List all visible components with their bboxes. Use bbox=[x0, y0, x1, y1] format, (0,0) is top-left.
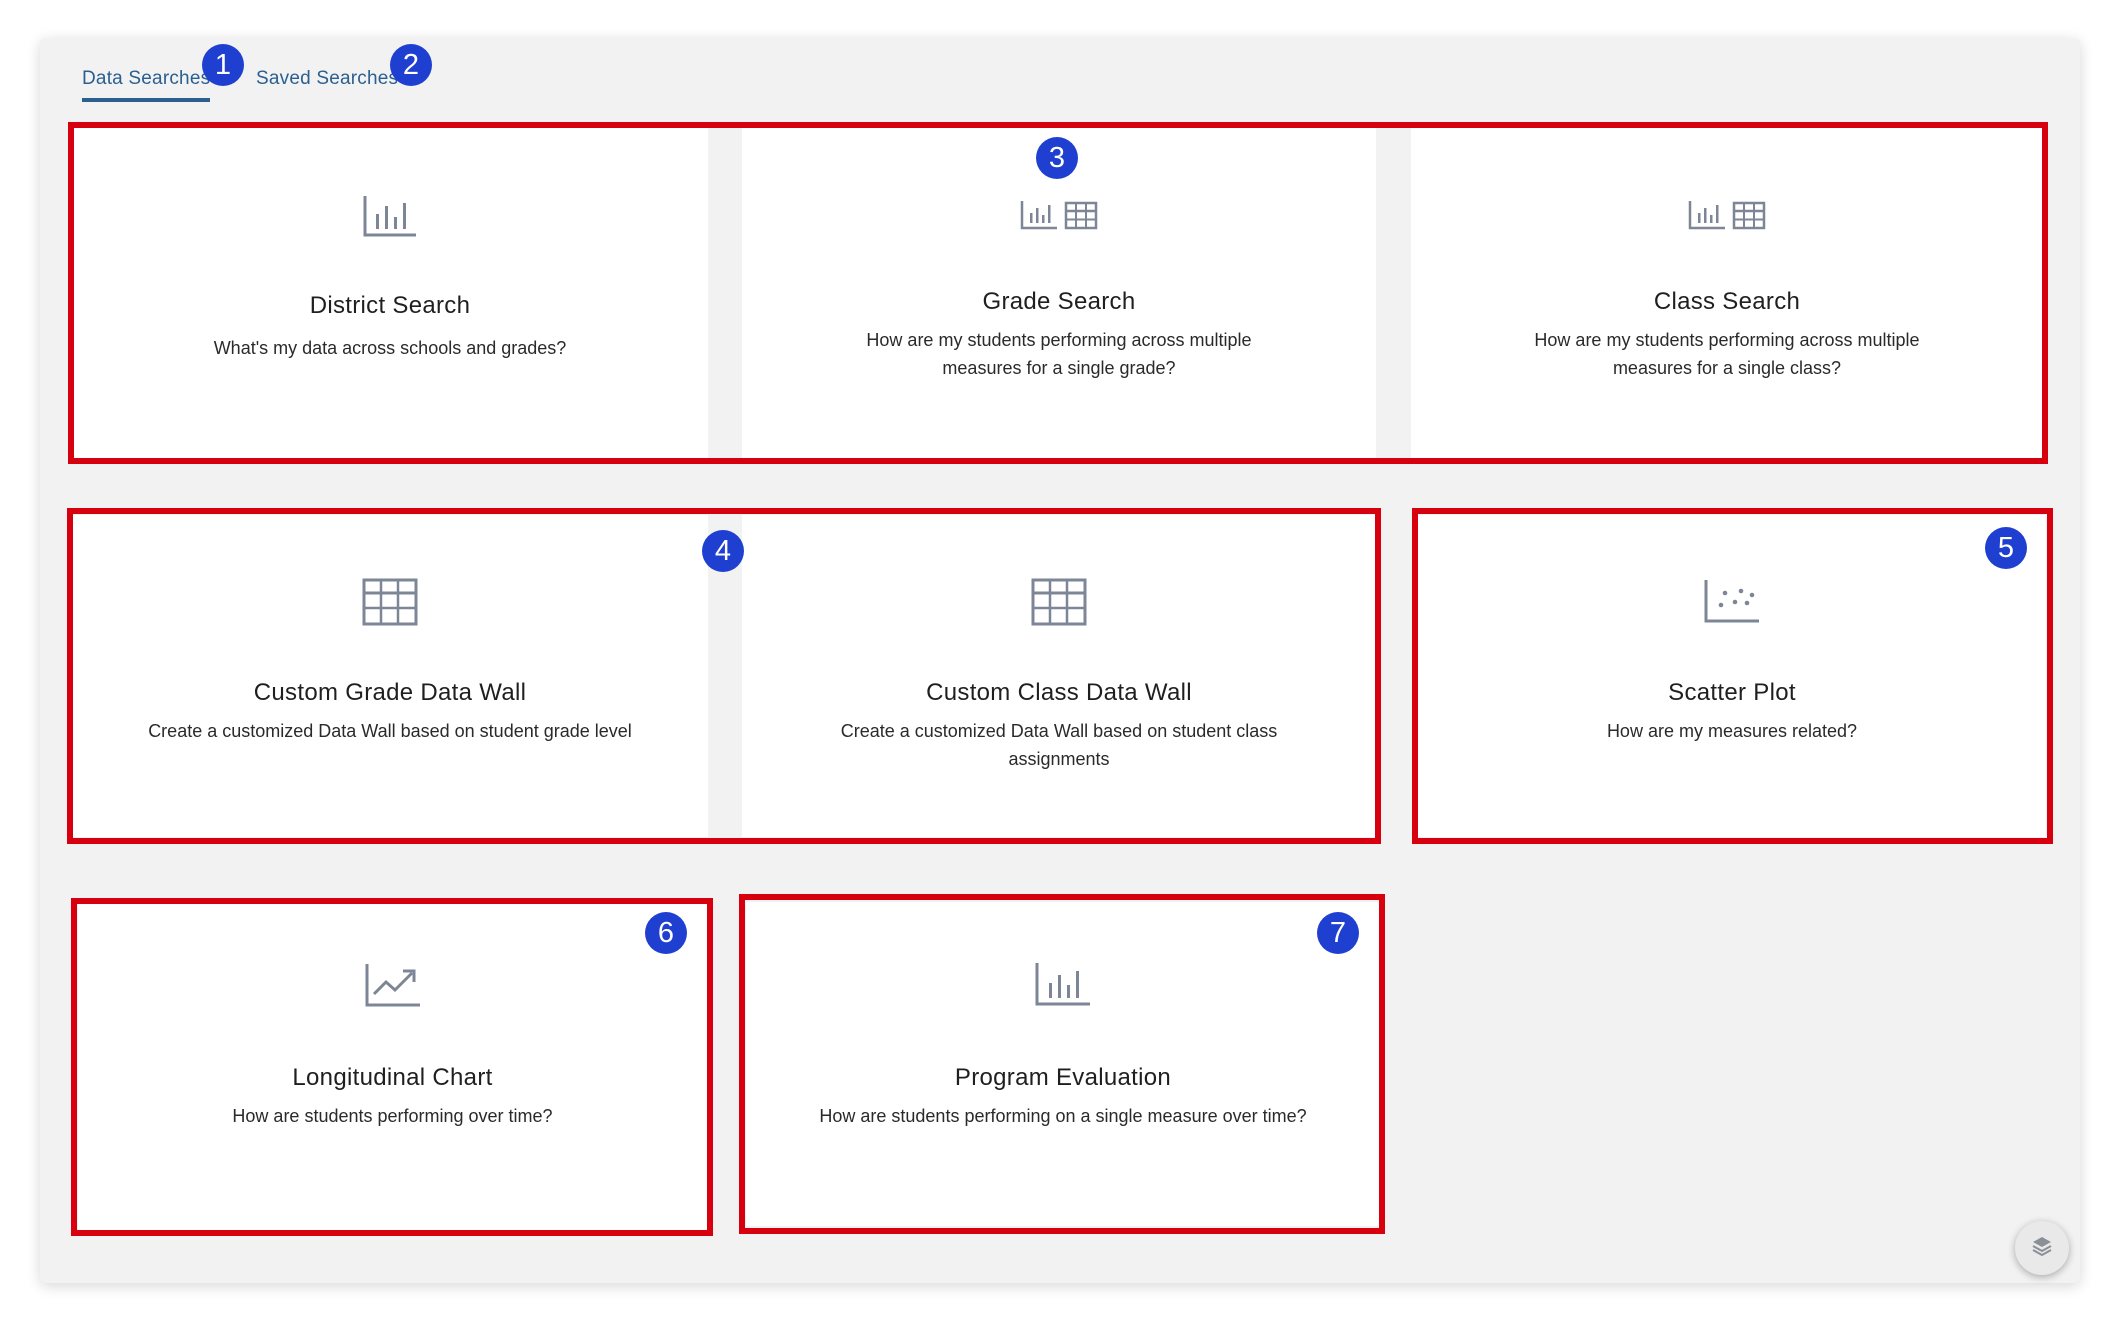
bar-chart-and-table-icon bbox=[1411, 200, 2043, 230]
longitudinal-chart-card[interactable]: Longitudinal Chart How are students perf… bbox=[78, 904, 707, 1230]
marker-7: 7 bbox=[1317, 912, 1359, 954]
custom-grade-data-wall-card[interactable]: Custom Grade Data Wall Create a customiz… bbox=[72, 515, 708, 837]
card-title: Longitudinal Chart bbox=[292, 1064, 493, 1091]
bar-chart-and-table-icon bbox=[742, 200, 1376, 230]
card-description: How are my measures related? bbox=[1606, 721, 1858, 741]
program-evaluation-card[interactable]: Program Evaluation How are students perf… bbox=[746, 902, 1380, 1226]
marker-3: 3 bbox=[1036, 137, 1078, 179]
marker-5: 5 bbox=[1985, 527, 2027, 569]
card-title: Custom Grade Data Wall bbox=[253, 679, 527, 706]
card-title: Program Evaluation bbox=[954, 1064, 1172, 1091]
card-description: What's my data across schools and grades… bbox=[213, 338, 567, 358]
table-icon bbox=[742, 577, 1376, 627]
card-description: How are my students performing across mu… bbox=[1534, 330, 1920, 378]
trend-chart-icon bbox=[78, 961, 707, 1009]
tab-data-searches[interactable]: Data Searches bbox=[82, 68, 211, 102]
bar-chart-icon bbox=[72, 194, 708, 238]
marker-4: 4 bbox=[702, 530, 744, 572]
tab-saved-searches[interactable]: Saved Searches bbox=[256, 68, 398, 90]
card-title: Class Search bbox=[1653, 288, 1801, 315]
district-search-card[interactable]: District Search What's my data across sc… bbox=[72, 128, 708, 458]
card-description: How are students performing over time? bbox=[232, 1106, 553, 1126]
card-title: District Search bbox=[309, 292, 471, 319]
card-description: Create a customized Data Wall based on s… bbox=[148, 721, 632, 741]
marker-6: 6 bbox=[645, 912, 687, 954]
custom-class-data-wall-card[interactable]: Custom Class Data Wall Create a customiz… bbox=[742, 515, 1376, 837]
class-search-card[interactable]: Class Search How are my students perform… bbox=[1411, 128, 2043, 458]
card-title: Custom Class Data Wall bbox=[926, 679, 1192, 706]
card-title: Scatter Plot bbox=[1668, 679, 1796, 706]
table-icon bbox=[72, 577, 708, 627]
marker-1: 1 bbox=[202, 44, 244, 86]
card-description: How are my students performing across mu… bbox=[866, 330, 1252, 378]
layers-floating-button[interactable] bbox=[2015, 1221, 2069, 1275]
scatter-plot-card[interactable]: Scatter Plot How are my measures related… bbox=[1418, 515, 2046, 837]
scatter-plot-icon bbox=[1418, 577, 2046, 625]
bar-chart-icon bbox=[746, 961, 1380, 1007]
card-title: Grade Search bbox=[982, 288, 1136, 315]
card-description: How are students performing on a single … bbox=[819, 1106, 1307, 1126]
layers-icon bbox=[2030, 1234, 2054, 1263]
card-description: Create a customized Data Wall based on s… bbox=[840, 721, 1278, 769]
marker-2: 2 bbox=[390, 44, 432, 86]
